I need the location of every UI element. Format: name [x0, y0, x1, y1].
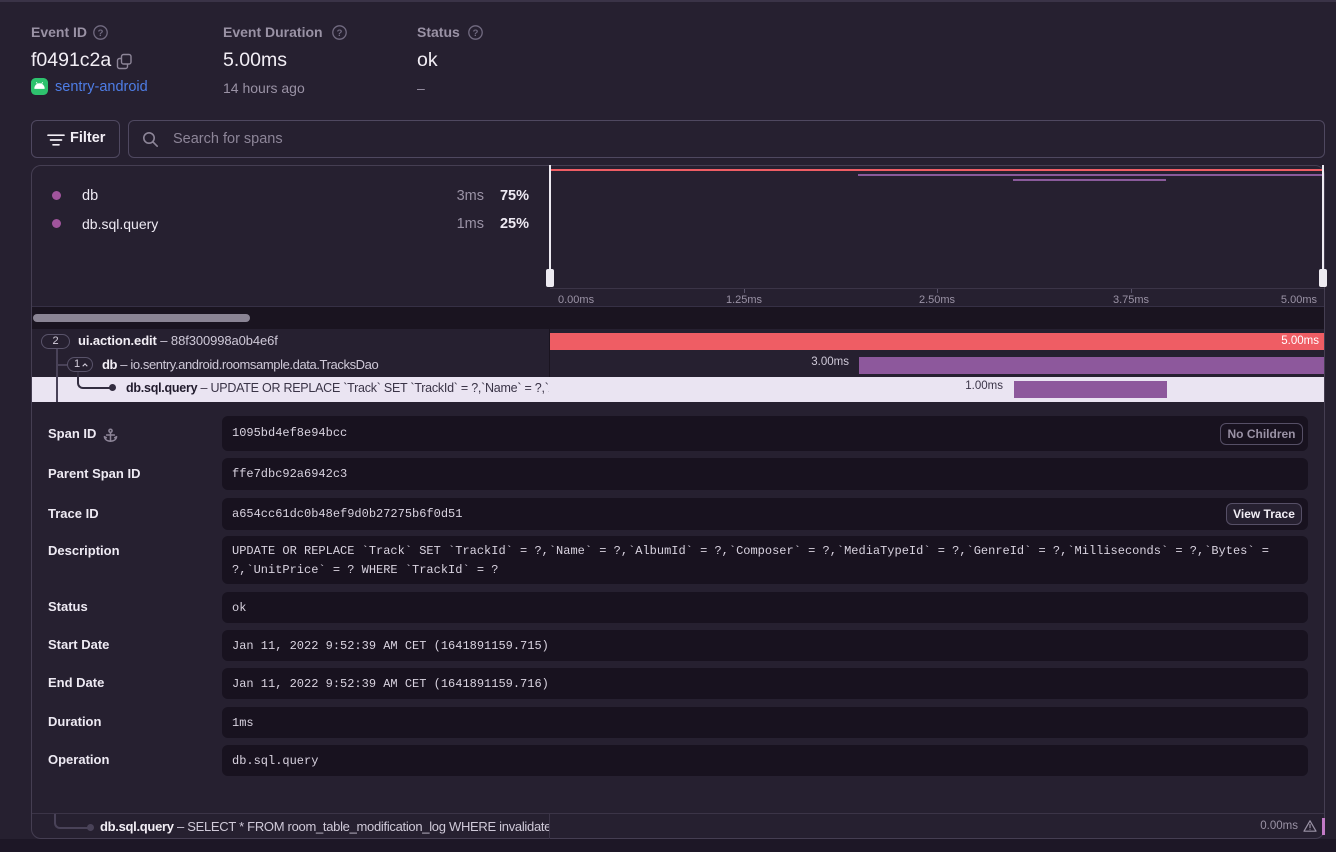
svg-text:?: ? [473, 28, 479, 39]
svg-text:?: ? [337, 28, 343, 39]
svg-text:?: ? [98, 28, 104, 39]
